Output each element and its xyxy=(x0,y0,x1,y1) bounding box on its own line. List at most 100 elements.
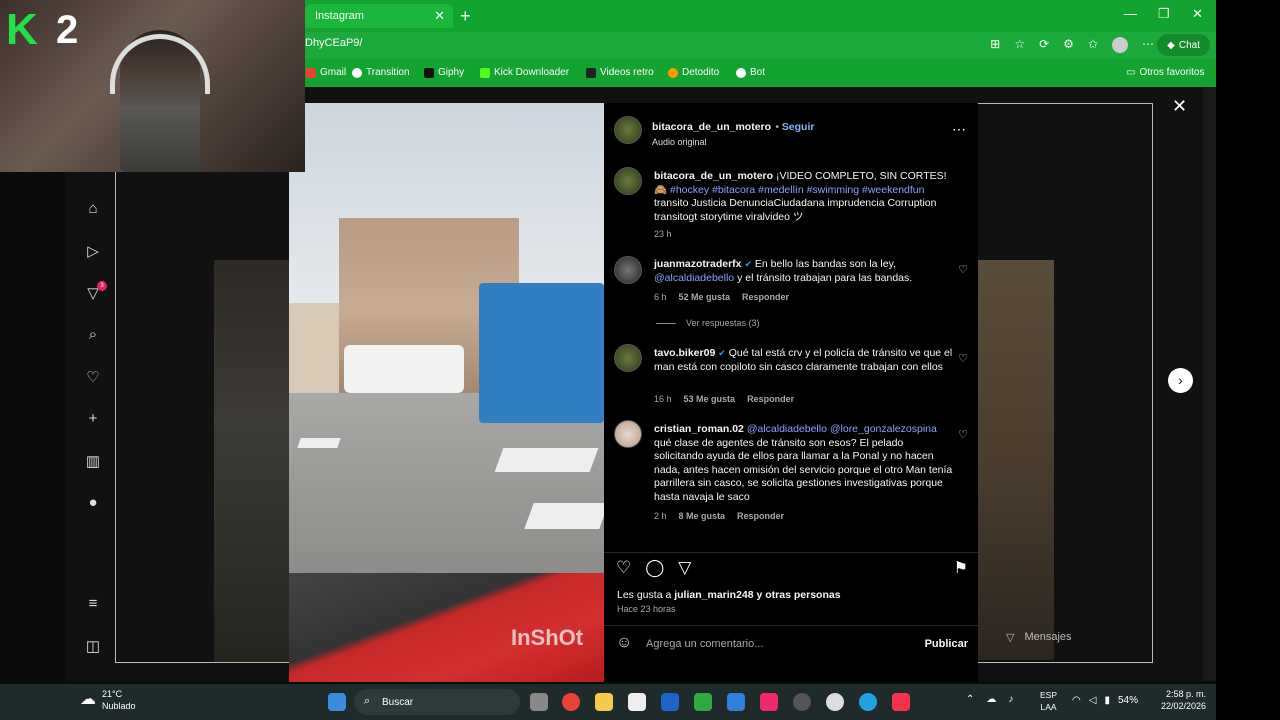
edge-icon[interactable] xyxy=(859,693,877,711)
caption-username[interactable]: bitacora_de_un_motero xyxy=(654,170,773,182)
heart-icon[interactable]: ♡ xyxy=(83,368,103,388)
like-comment-icon[interactable]: ♡ xyxy=(958,352,968,365)
comment-mention[interactable]: @alcaldiadebello xyxy=(654,272,734,284)
reels-icon[interactable]: ▷ xyxy=(83,242,103,262)
language-indicator[interactable]: ESP LAA xyxy=(1040,689,1057,713)
post-video[interactable]: InShOt xyxy=(289,103,604,682)
page-scrollbar[interactable] xyxy=(1203,87,1216,681)
bookmark-detodito[interactable]: Detodito xyxy=(668,67,719,78)
comment-likes[interactable]: 53 Me gusta xyxy=(684,394,736,404)
onedrive-icon[interactable]: ☁ xyxy=(986,694,996,705)
profile-avatar[interactable] xyxy=(1112,37,1128,53)
comment-icon[interactable]: ◯ xyxy=(645,558,664,578)
favorites-icon[interactable]: ✩ xyxy=(1088,37,1098,53)
comment-likes[interactable]: 8 Me gusta xyxy=(679,511,726,521)
reply-button[interactable]: Responder xyxy=(747,394,794,404)
star-icon[interactable]: ☆ xyxy=(1014,37,1025,53)
start-icon[interactable] xyxy=(328,693,346,711)
url-field[interactable]: DhyCEaP9/ xyxy=(305,37,362,49)
bookmark-other-favorites[interactable]: ▭ Otros favoritos xyxy=(1126,67,1204,78)
file-explorer-icon[interactable] xyxy=(595,693,613,711)
likes-user[interactable]: julian_marin248 xyxy=(674,589,753,601)
like-comment-icon[interactable]: ♡ xyxy=(958,428,968,441)
close-tab-icon[interactable]: ✕ xyxy=(434,8,445,24)
comment-avatar[interactable] xyxy=(614,256,642,284)
reply-button[interactable]: Responder xyxy=(742,292,789,302)
bookmark-label: Transition xyxy=(366,67,410,78)
more-apps-icon[interactable]: ◫ xyxy=(83,637,103,657)
task-view-icon[interactable] xyxy=(530,693,548,711)
network-volume-battery[interactable]: ◠ ◁ ▮ 54% xyxy=(1072,695,1138,706)
chat-button[interactable]: ◆ Chat xyxy=(1157,34,1210,56)
bookmark-gmail[interactable]: Gmail xyxy=(306,67,346,78)
editor-icon[interactable] xyxy=(661,693,679,711)
tiktok-icon[interactable] xyxy=(760,693,778,711)
close-modal-icon[interactable]: ✕ xyxy=(1172,96,1187,117)
more-options-icon[interactable]: ⋯ xyxy=(952,121,966,138)
bookmark-giphy[interactable]: Giphy xyxy=(424,67,464,78)
minimize-icon[interactable]: — xyxy=(1124,6,1137,21)
messages-label: Mensajes xyxy=(1024,631,1072,643)
audio-label[interactable]: Audio original xyxy=(652,137,814,147)
view-replies[interactable]: Ver respuestas (3) xyxy=(656,318,760,328)
bookmark-videos-retro[interactable]: Videos retro xyxy=(586,67,654,78)
new-tab-icon[interactable]: + xyxy=(460,6,471,27)
reply-button[interactable]: Responder xyxy=(737,511,784,521)
home-icon[interactable]: ⌂ xyxy=(83,200,103,220)
likes-summary[interactable]: Les gusta a julian_marin248 y otras pers… xyxy=(617,589,841,601)
messages-button[interactable]: ▽ Mensajes xyxy=(1000,622,1160,652)
like-icon[interactable]: ♡ xyxy=(616,558,631,578)
bookmark-transition[interactable]: Transition xyxy=(352,67,410,78)
bookmark-bot[interactable]: Bot xyxy=(736,67,765,78)
extensions-icon[interactable]: ⚙ xyxy=(1063,37,1074,53)
apps-icon[interactable]: ⊞ xyxy=(990,37,1000,53)
dashboard-icon[interactable]: ▥ xyxy=(83,452,103,472)
keyboard-layout: LAA xyxy=(1040,702,1057,712)
profile-icon[interactable]: ● xyxy=(83,494,103,514)
comment-likes[interactable]: 52 Me gusta xyxy=(679,292,731,302)
comment-avatar[interactable] xyxy=(614,344,642,372)
emoji-icon[interactable]: ☺ xyxy=(616,634,632,652)
comment-username[interactable]: tavo.biker09 xyxy=(654,347,715,359)
comment-username[interactable]: cristian_roman.02 xyxy=(654,423,744,435)
author-avatar[interactable] xyxy=(614,116,642,144)
refresh-icon[interactable]: ⟳ xyxy=(1039,37,1049,53)
tab-instagram[interactable]: Instagram ✕ xyxy=(305,4,453,28)
comment-mention[interactable]: @alcaldiadebello @lore_gonzalezospina xyxy=(747,423,937,435)
microphone-icon[interactable]: ♪ xyxy=(1008,694,1013,705)
comment-input[interactable]: Agrega un comentario... xyxy=(646,638,763,650)
caption-avatar[interactable] xyxy=(614,167,642,195)
comment-username[interactable]: juanmazotraderfx xyxy=(654,258,742,270)
settings-icon[interactable] xyxy=(793,693,811,711)
follow-button[interactable]: Seguir xyxy=(782,121,815,133)
close-window-icon[interactable]: ✕ xyxy=(1192,6,1203,22)
chrome-icon[interactable] xyxy=(562,693,580,711)
comment-avatar[interactable] xyxy=(614,420,642,448)
search-icon[interactable]: ⌕ xyxy=(83,326,103,346)
obs-icon[interactable] xyxy=(826,693,844,711)
previous-post-preview[interactable] xyxy=(214,260,294,662)
next-post-preview[interactable] xyxy=(978,260,1054,660)
mail-icon[interactable] xyxy=(727,693,745,711)
next-post-button[interactable]: › xyxy=(1168,368,1193,393)
likes-rest[interactable]: y otras personas xyxy=(757,589,841,601)
clock[interactable]: 2:58 p. m. 22/02/2026 xyxy=(1161,688,1206,712)
right-black-bar xyxy=(1216,0,1280,720)
create-icon[interactable]: + xyxy=(83,410,103,430)
store-icon[interactable] xyxy=(628,693,646,711)
weather-widget[interactable]: ☁ 21°C Nublado xyxy=(80,688,136,712)
menu-icon[interactable]: ≡ xyxy=(83,595,103,615)
author-username[interactable]: bitacora_de_un_motero xyxy=(652,121,771,133)
more-icon[interactable]: ⋯ xyxy=(1142,37,1154,53)
publish-button[interactable]: Publicar xyxy=(925,638,968,650)
bookmark-kick-downloader[interactable]: Kick Downloader xyxy=(480,67,569,78)
taskbar-search[interactable]: ⌕ Buscar xyxy=(354,689,520,715)
caption-hashtags[interactable]: #hockey #bitacora #medellín #swimming #w… xyxy=(670,184,924,196)
save-icon[interactable]: ⚑ xyxy=(954,558,968,578)
music-icon[interactable] xyxy=(892,693,910,711)
xbox-icon[interactable] xyxy=(694,693,712,711)
share-icon[interactable]: ▽ xyxy=(678,558,691,578)
like-comment-icon[interactable]: ♡ xyxy=(958,263,968,276)
chevron-up-icon[interactable]: ⌃ xyxy=(966,694,974,705)
maximize-icon[interactable]: ❐ xyxy=(1158,6,1170,22)
